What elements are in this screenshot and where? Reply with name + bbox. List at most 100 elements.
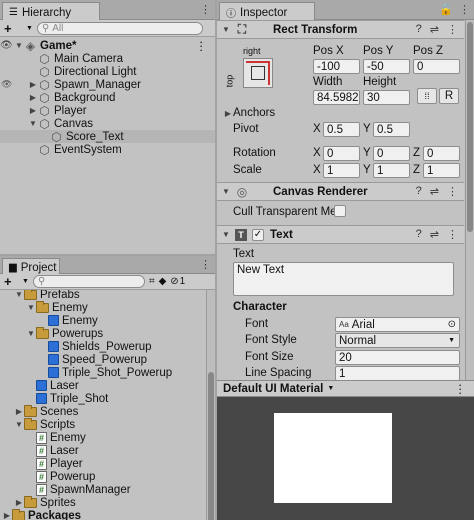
collapsed-arrow-icon[interactable]: ▶ [223,109,233,118]
font-object-field[interactable]: Aa Arial ⊙ [335,317,460,332]
rot-y-field[interactable]: 0 [373,146,410,161]
material-preview-header[interactable]: Default UI Material ▼ ⋮ [217,380,474,397]
prefab-item[interactable]: Laser [0,379,205,392]
anchors-label[interactable]: Anchors [233,107,275,119]
pos-z-field[interactable]: 0 [413,59,460,74]
rot-z-field[interactable]: 0 [423,146,460,161]
width-field[interactable]: 84.59821 [313,90,360,105]
inspector-scrollbar-thumb[interactable] [467,22,473,232]
object-picker-icon[interactable]: ⊙ [448,319,456,330]
kebab-menu-icon[interactable]: ⋮ [447,185,458,198]
script-item[interactable]: # Player [0,457,205,470]
folder-item[interactable]: ▶ Packages [0,508,205,520]
rect-transform-header[interactable]: ▼ ⛶ Rect Transform ? ⇌ ⋮ [217,20,464,39]
lock-icon[interactable]: 🔒 [439,3,453,16]
text-area[interactable]: New Text [233,262,454,296]
expand-arrow-icon[interactable]: ▼ [28,119,38,128]
expand-arrow-icon[interactable]: ▼ [221,230,231,239]
kebab-menu-icon[interactable]: ⋮ [455,382,467,396]
scale-x-field[interactable]: 1 [323,163,360,178]
kebab-menu-icon[interactable]: ⋮ [200,258,211,271]
script-item[interactable]: # Powerup [0,470,205,483]
cull-transparent-checkbox[interactable] [334,205,346,217]
scale-z-field[interactable]: 1 [423,163,460,178]
hierarchy-item[interactable]: ⬡ EventSystem [0,143,215,157]
prefab-item[interactable]: Enemy [0,314,205,327]
expand-arrow-icon[interactable]: ▼ [221,25,231,34]
filter-label-icon[interactable]: ◆ [159,276,167,287]
text-component-header[interactable]: ▼ T ✓ Text ? ⇌ ⋮ [217,225,464,244]
kebab-menu-icon[interactable]: ⋮ [447,23,458,36]
hierarchy-search-input[interactable]: ⚲ All [36,21,203,35]
font-style-dropdown[interactable]: Normal ▼ [335,333,460,348]
expand-arrow-icon[interactable]: ▼ [26,303,36,312]
expand-arrow-icon[interactable]: ▼ [14,420,24,429]
canvas-renderer-header[interactable]: ▼ ◎ Canvas Renderer ? ⇌ ⋮ [217,182,464,201]
expand-arrow-icon[interactable]: ▼ [14,290,24,299]
project-scrollbar-thumb[interactable] [208,372,214,520]
text-enabled-checkbox[interactable]: ✓ [252,228,264,241]
expand-arrow-icon[interactable]: ▼ [221,187,231,196]
eye-icon[interactable]: 👁 [0,40,14,51]
collapsed-arrow-icon[interactable]: ▶ [28,93,38,102]
pos-x-field[interactable]: -100 [313,59,360,74]
help-icon[interactable]: ? [416,228,422,241]
tab-project[interactable]: ▆ Project [2,258,60,274]
kebab-menu-icon[interactable]: ⋮ [200,3,211,16]
help-icon[interactable]: ? [416,23,422,36]
create-button[interactable]: + [4,274,18,289]
folder-item[interactable]: ▼ Scripts [0,417,205,431]
folder-item[interactable]: ▼ Enemy [0,300,205,314]
hierarchy-item[interactable]: ▶ ⬡ Background [0,91,215,105]
collapsed-arrow-icon[interactable]: ▶ [14,407,24,416]
scale-y-field[interactable]: 1 [373,163,410,178]
filter-type-icon[interactable]: ⌗ [149,276,155,287]
create-dropdown-icon[interactable]: ▼ [22,278,29,285]
raw-edit-button[interactable]: R [439,88,459,104]
folder-item[interactable]: ▼ Powerups [0,326,205,340]
kebab-menu-icon[interactable]: ⋮ [447,228,458,241]
line-spacing-field[interactable]: 1 [335,366,460,381]
blueprint-mode-button[interactable]: ⁞⁞ [417,88,437,104]
hierarchy-item[interactable]: ▶ ⬡ Player [0,104,215,118]
script-item[interactable]: # Enemy [0,431,205,444]
prefab-item[interactable]: Triple_Shot_Powerup [0,366,205,379]
hierarchy-item-selected[interactable]: ⬡ Score_Text [0,130,215,144]
hidden-packages-icon[interactable]: ⊘ 1 [170,276,185,287]
scene-row[interactable]: 👁 ▼ ◈ Game* ⋮ [0,39,215,53]
anchor-presets-widget[interactable]: right top [224,46,279,98]
collapsed-arrow-icon[interactable]: ▶ [2,511,12,520]
folder-item[interactable]: ▶ Scenes [0,404,205,418]
pivot-x-field[interactable]: 0.5 [323,122,360,137]
preset-icon[interactable]: ⇌ [430,228,439,241]
folder-item[interactable]: ▶ Sprites [0,495,205,509]
tab-inspector[interactable]: ⓘ Inspector [219,2,315,20]
visibility-off-icon[interactable]: 👁 [0,79,28,90]
prefab-item[interactable]: Triple_Shot [0,392,205,405]
kebab-menu-icon[interactable]: ⋮ [459,3,470,16]
font-size-field[interactable]: 20 [335,350,460,365]
project-scrollbar[interactable] [206,290,215,520]
preset-icon[interactable]: ⇌ [430,185,439,198]
prefab-item[interactable]: Shields_Powerup [0,340,205,353]
expand-arrow-icon[interactable]: ▼ [14,41,24,50]
collapsed-arrow-icon[interactable]: ▶ [28,80,38,89]
pivot-y-field[interactable]: 0.5 [373,122,410,137]
inspector-scrollbar[interactable] [465,20,474,380]
hierarchy-item[interactable]: ⬡ Directional Light [0,65,215,79]
hierarchy-item[interactable]: ▼ ⬡ Canvas [0,117,215,131]
create-dropdown-icon[interactable]: ▼ [26,25,33,32]
preset-icon[interactable]: ⇌ [430,23,439,36]
hierarchy-item[interactable]: ⬡ Main Camera [0,52,215,66]
anchor-preset-box[interactable] [243,58,273,88]
prefab-item[interactable]: Speed_Powerup [0,353,205,366]
pos-y-field[interactable]: -50 [363,59,410,74]
script-item[interactable]: # SpawnManager [0,483,205,496]
project-search-input[interactable]: ⚲ [32,275,145,288]
collapsed-arrow-icon[interactable]: ▶ [28,106,38,115]
folder-item[interactable]: ▼ Prefabs [0,290,205,301]
dropdown-arrow-icon[interactable]: ▼ [327,385,334,392]
help-icon[interactable]: ? [416,185,422,198]
create-button[interactable]: + [4,21,22,36]
height-field[interactable]: 30 [363,90,410,105]
